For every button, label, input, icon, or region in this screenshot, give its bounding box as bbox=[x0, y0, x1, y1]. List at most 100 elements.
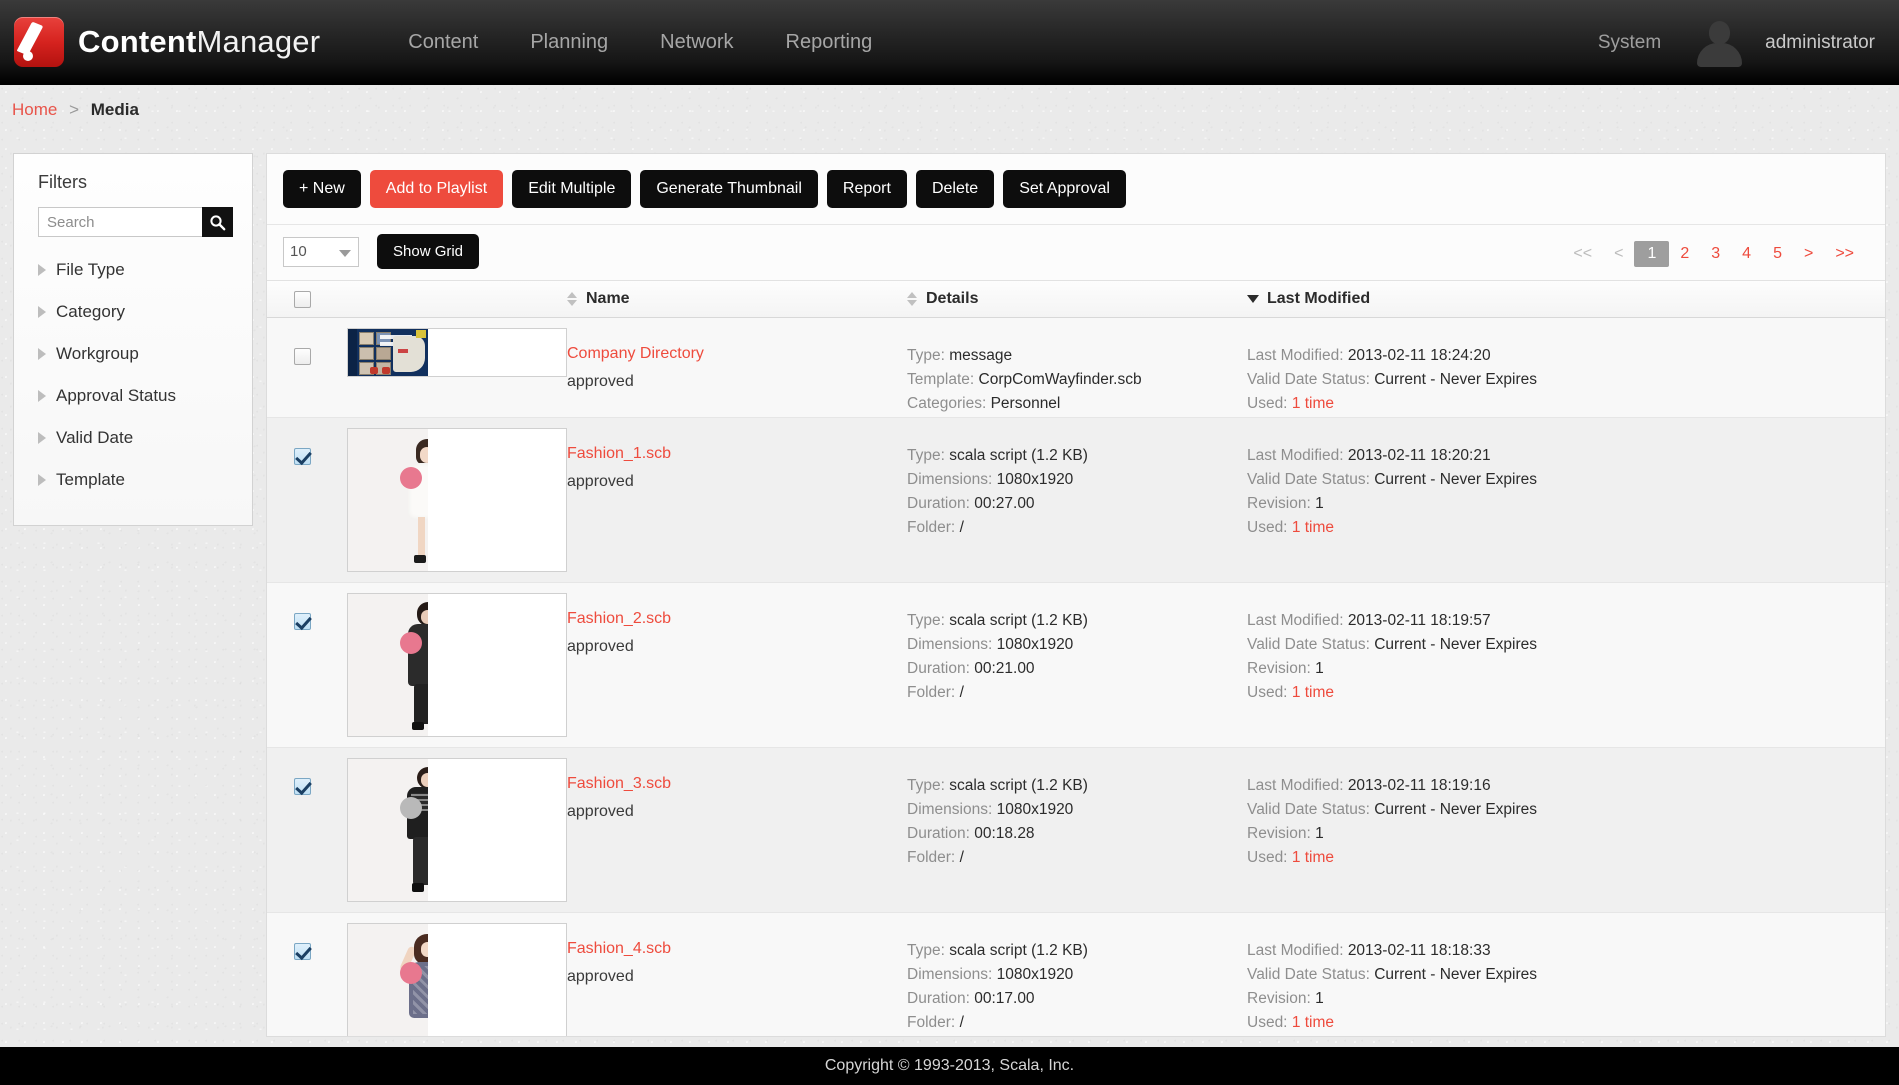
details-type-value: message bbox=[949, 347, 1013, 364]
media-name-link[interactable]: Fashion_2.scb bbox=[567, 610, 907, 628]
system-menu-link[interactable]: System bbox=[1598, 32, 1661, 54]
details-duration-label: Duration: bbox=[907, 990, 970, 1007]
used-value[interactable]: 1 time bbox=[1292, 684, 1334, 701]
fashion-1-thumbnail[interactable] bbox=[347, 428, 567, 572]
valid-date-status-value: Current - Never Expires bbox=[1374, 371, 1538, 388]
column-header-name[interactable]: Name bbox=[567, 290, 907, 308]
used-value[interactable]: 1 time bbox=[1292, 519, 1334, 536]
media-name-link[interactable]: Fashion_4.scb bbox=[567, 940, 907, 958]
breadcrumb: Home > Media bbox=[12, 100, 139, 120]
sidebar-item-approval-status[interactable]: Approval Status bbox=[34, 377, 236, 415]
row-last-modified-cell: Last Modified: 2013-02-11 18:20:21 Valid… bbox=[1247, 418, 1885, 582]
revision-label: Revision: bbox=[1247, 495, 1311, 512]
media-name-link[interactable]: Company Directory bbox=[567, 345, 907, 363]
used-value[interactable]: 1 time bbox=[1292, 395, 1334, 412]
brand-logo-link[interactable]: ContentManager bbox=[14, 17, 320, 67]
row-select-cell bbox=[267, 913, 337, 1036]
report-button[interactable]: Report bbox=[826, 170, 907, 208]
modified-value: 2013-02-11 18:19:57 bbox=[1347, 612, 1491, 629]
table-row[interactable]: Company Directory approved Type: message… bbox=[267, 318, 1885, 418]
delete-button[interactable]: Delete bbox=[915, 170, 995, 208]
modified-label: Last Modified: bbox=[1247, 612, 1344, 629]
row-checkbox[interactable] bbox=[293, 778, 311, 795]
row-details-cell: Type: message Template: CorpComWayfinder… bbox=[907, 318, 1247, 417]
valid-date-status-value: Current - Never Expires bbox=[1374, 966, 1538, 983]
set-approval-button[interactable]: Set Approval bbox=[1003, 170, 1126, 208]
media-name-link[interactable]: Fashion_1.scb bbox=[567, 445, 907, 463]
pagination-page-2[interactable]: 2 bbox=[1669, 241, 1700, 267]
media-name-link[interactable]: Fashion_3.scb bbox=[567, 775, 907, 793]
pagination-page-3[interactable]: 3 bbox=[1700, 241, 1731, 267]
pagination: << < 1 2 3 4 5 > >> bbox=[1562, 241, 1865, 267]
column-header-details[interactable]: Details bbox=[907, 290, 1247, 308]
fashion-2-thumbnail[interactable] bbox=[347, 593, 567, 737]
select-all-checkbox[interactable] bbox=[293, 290, 311, 308]
row-checkbox[interactable] bbox=[293, 448, 311, 465]
row-thumbnail-cell bbox=[337, 583, 567, 747]
filter-search-row bbox=[38, 207, 236, 237]
action-toolbar: + New Add to Playlist Edit Multiple Gene… bbox=[267, 154, 1885, 224]
modified-label: Last Modified: bbox=[1247, 942, 1344, 959]
table-row[interactable]: Fashion_3.scb approved Type: scala scrip… bbox=[267, 748, 1885, 913]
select-all-cell bbox=[267, 290, 337, 308]
pagination-first[interactable]: << bbox=[1562, 241, 1603, 267]
pagination-prev[interactable]: < bbox=[1603, 241, 1634, 267]
sidebar-item-valid-date[interactable]: Valid Date bbox=[34, 419, 236, 457]
sidebar-item-workgroup[interactable]: Workgroup bbox=[34, 335, 236, 373]
revision-value: 1 bbox=[1315, 825, 1324, 842]
details-folder-label: Folder: bbox=[907, 1014, 956, 1031]
pagination-page-1[interactable]: 1 bbox=[1634, 241, 1670, 267]
used-value[interactable]: 1 time bbox=[1292, 1014, 1334, 1031]
sidebar-item-category[interactable]: Category bbox=[34, 293, 236, 331]
table-row[interactable]: Fashion_4.scb approved Type: scala scrip… bbox=[267, 913, 1885, 1036]
fashion-3-thumbnail[interactable] bbox=[347, 758, 567, 902]
nav-item-reporting[interactable]: Reporting bbox=[760, 31, 899, 54]
filters-sidebar: Filters File Type Category Workgroup App… bbox=[13, 153, 253, 526]
pagination-last[interactable]: >> bbox=[1824, 241, 1865, 267]
generate-thumbnail-button[interactable]: Generate Thumbnail bbox=[640, 170, 818, 208]
nav-item-network[interactable]: Network bbox=[634, 31, 759, 54]
row-checkbox[interactable] bbox=[293, 348, 311, 365]
username-label[interactable]: administrator bbox=[1765, 32, 1875, 54]
details-type-label: Type: bbox=[907, 612, 945, 629]
add-to-playlist-button[interactable]: Add to Playlist bbox=[369, 170, 504, 208]
row-checkbox[interactable] bbox=[293, 943, 311, 960]
pagination-page-5[interactable]: 5 bbox=[1762, 241, 1793, 267]
table-row[interactable]: Fashion_1.scb approved Type: scala scrip… bbox=[267, 418, 1885, 583]
fashion-4-thumbnail[interactable] bbox=[347, 923, 567, 1036]
row-details-cell: Type: scala script (1.2 KB) Dimensions: … bbox=[907, 418, 1247, 582]
breadcrumb-home-link[interactable]: Home bbox=[12, 100, 57, 119]
new-button[interactable]: + New bbox=[283, 170, 361, 208]
user-avatar-icon bbox=[1691, 15, 1747, 71]
sort-arrows-icon bbox=[907, 292, 917, 306]
sort-arrows-icon bbox=[567, 292, 577, 306]
column-header-last-modified[interactable]: Last Modified bbox=[1247, 290, 1885, 308]
table-row[interactable]: Fashion_2.scb approved Type: scala scrip… bbox=[267, 583, 1885, 748]
used-value[interactable]: 1 time bbox=[1292, 849, 1334, 866]
sidebar-item-template[interactable]: Template bbox=[34, 461, 236, 499]
show-grid-button[interactable]: Show Grid bbox=[377, 234, 480, 269]
sidebar-item-file-type[interactable]: File Type bbox=[34, 251, 236, 289]
media-panel: + New Add to Playlist Edit Multiple Gene… bbox=[266, 153, 1886, 1037]
breadcrumb-current: Media bbox=[90, 100, 139, 119]
triangle-right-icon bbox=[38, 390, 46, 402]
revision-label: Revision: bbox=[1247, 990, 1311, 1007]
nav-item-planning[interactable]: Planning bbox=[504, 31, 634, 54]
pagination-next[interactable]: > bbox=[1793, 241, 1824, 267]
modified-label: Last Modified: bbox=[1247, 777, 1344, 794]
row-thumbnail-cell bbox=[337, 748, 567, 912]
search-icon[interactable] bbox=[202, 207, 233, 237]
copyright-text: Copyright © 1993-2013, Scala, Inc. bbox=[824, 1057, 1075, 1074]
row-select-cell bbox=[267, 748, 337, 912]
pagination-page-4[interactable]: 4 bbox=[1731, 241, 1762, 267]
details-dimensions-label: Dimensions: bbox=[907, 966, 993, 983]
row-checkbox[interactable] bbox=[293, 613, 311, 630]
page-size-select[interactable]: 10 bbox=[283, 236, 359, 267]
edit-multiple-button[interactable]: Edit Multiple bbox=[512, 170, 632, 208]
details-duration-label: Duration: bbox=[907, 825, 970, 842]
nav-item-content[interactable]: Content bbox=[382, 31, 504, 54]
details-categories-value: Personnel bbox=[990, 395, 1061, 412]
company-directory-thumbnail[interactable] bbox=[347, 328, 567, 377]
search-input[interactable] bbox=[38, 207, 202, 237]
revision-label: Revision: bbox=[1247, 660, 1311, 677]
